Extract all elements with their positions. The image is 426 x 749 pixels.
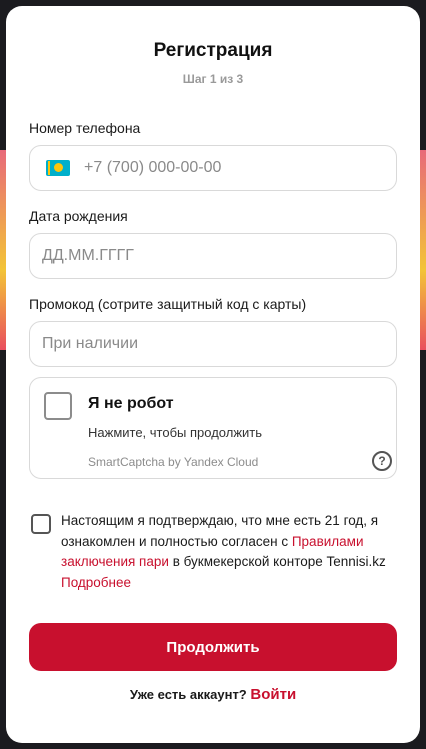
promo-label: Промокод (сотрите защитный код с карты) (29, 296, 307, 312)
captcha-checkbox[interactable] (44, 392, 72, 420)
consent-text-middle: в букмекерской конторе Tennisi.kz (168, 554, 386, 569)
consent-checkbox[interactable] (31, 514, 51, 534)
modal-title: Регистрация (153, 40, 273, 61)
login-row: Уже есть аккаунт? Войти (0, 686, 426, 703)
phone-placeholder: +7 (700) 000-00-00 (84, 159, 222, 176)
help-icon[interactable]: ? (372, 451, 392, 471)
captcha-title: Я не робот (88, 395, 174, 412)
promo-field-group: Промокод (сотрите защитный код с карты) … (29, 296, 397, 367)
phone-label: Номер телефона (29, 120, 141, 136)
birthdate-label: Дата рождения (29, 208, 128, 224)
birthdate-placeholder: ДД.ММ.ГГГГ (42, 247, 134, 264)
phone-input[interactable]: +7 (700) 000-00-00 (29, 145, 397, 191)
promo-placeholder: При наличии (42, 335, 138, 352)
consent-text: Настоящим я подтверждаю, что мне есть 21… (61, 511, 404, 593)
promo-input[interactable]: При наличии (29, 321, 397, 367)
kazakhstan-flag-icon (46, 160, 70, 176)
smart-captcha: Я не робот Нажмите, чтобы продолжить Sma… (29, 377, 397, 479)
more-link[interactable]: Подробнее (61, 575, 131, 590)
phone-field-group: Номер телефона +7 (700) 000-00-00 (29, 120, 397, 191)
step-indicator: Шаг 1 из 3 (182, 72, 244, 86)
captcha-subtitle: Нажмите, чтобы продолжить (88, 425, 263, 440)
continue-button[interactable]: Продолжить (29, 623, 397, 671)
login-prompt: Уже есть аккаунт? (129, 687, 251, 702)
captcha-brand: SmartCaptcha by Yandex Cloud (88, 455, 259, 469)
birthdate-field-group: Дата рождения ДД.ММ.ГГГГ (29, 208, 397, 279)
consent-block: Настоящим я подтверждаю, что мне есть 21… (29, 511, 404, 593)
birthdate-input[interactable]: ДД.ММ.ГГГГ (29, 233, 397, 279)
login-link[interactable]: Войти (250, 686, 296, 703)
